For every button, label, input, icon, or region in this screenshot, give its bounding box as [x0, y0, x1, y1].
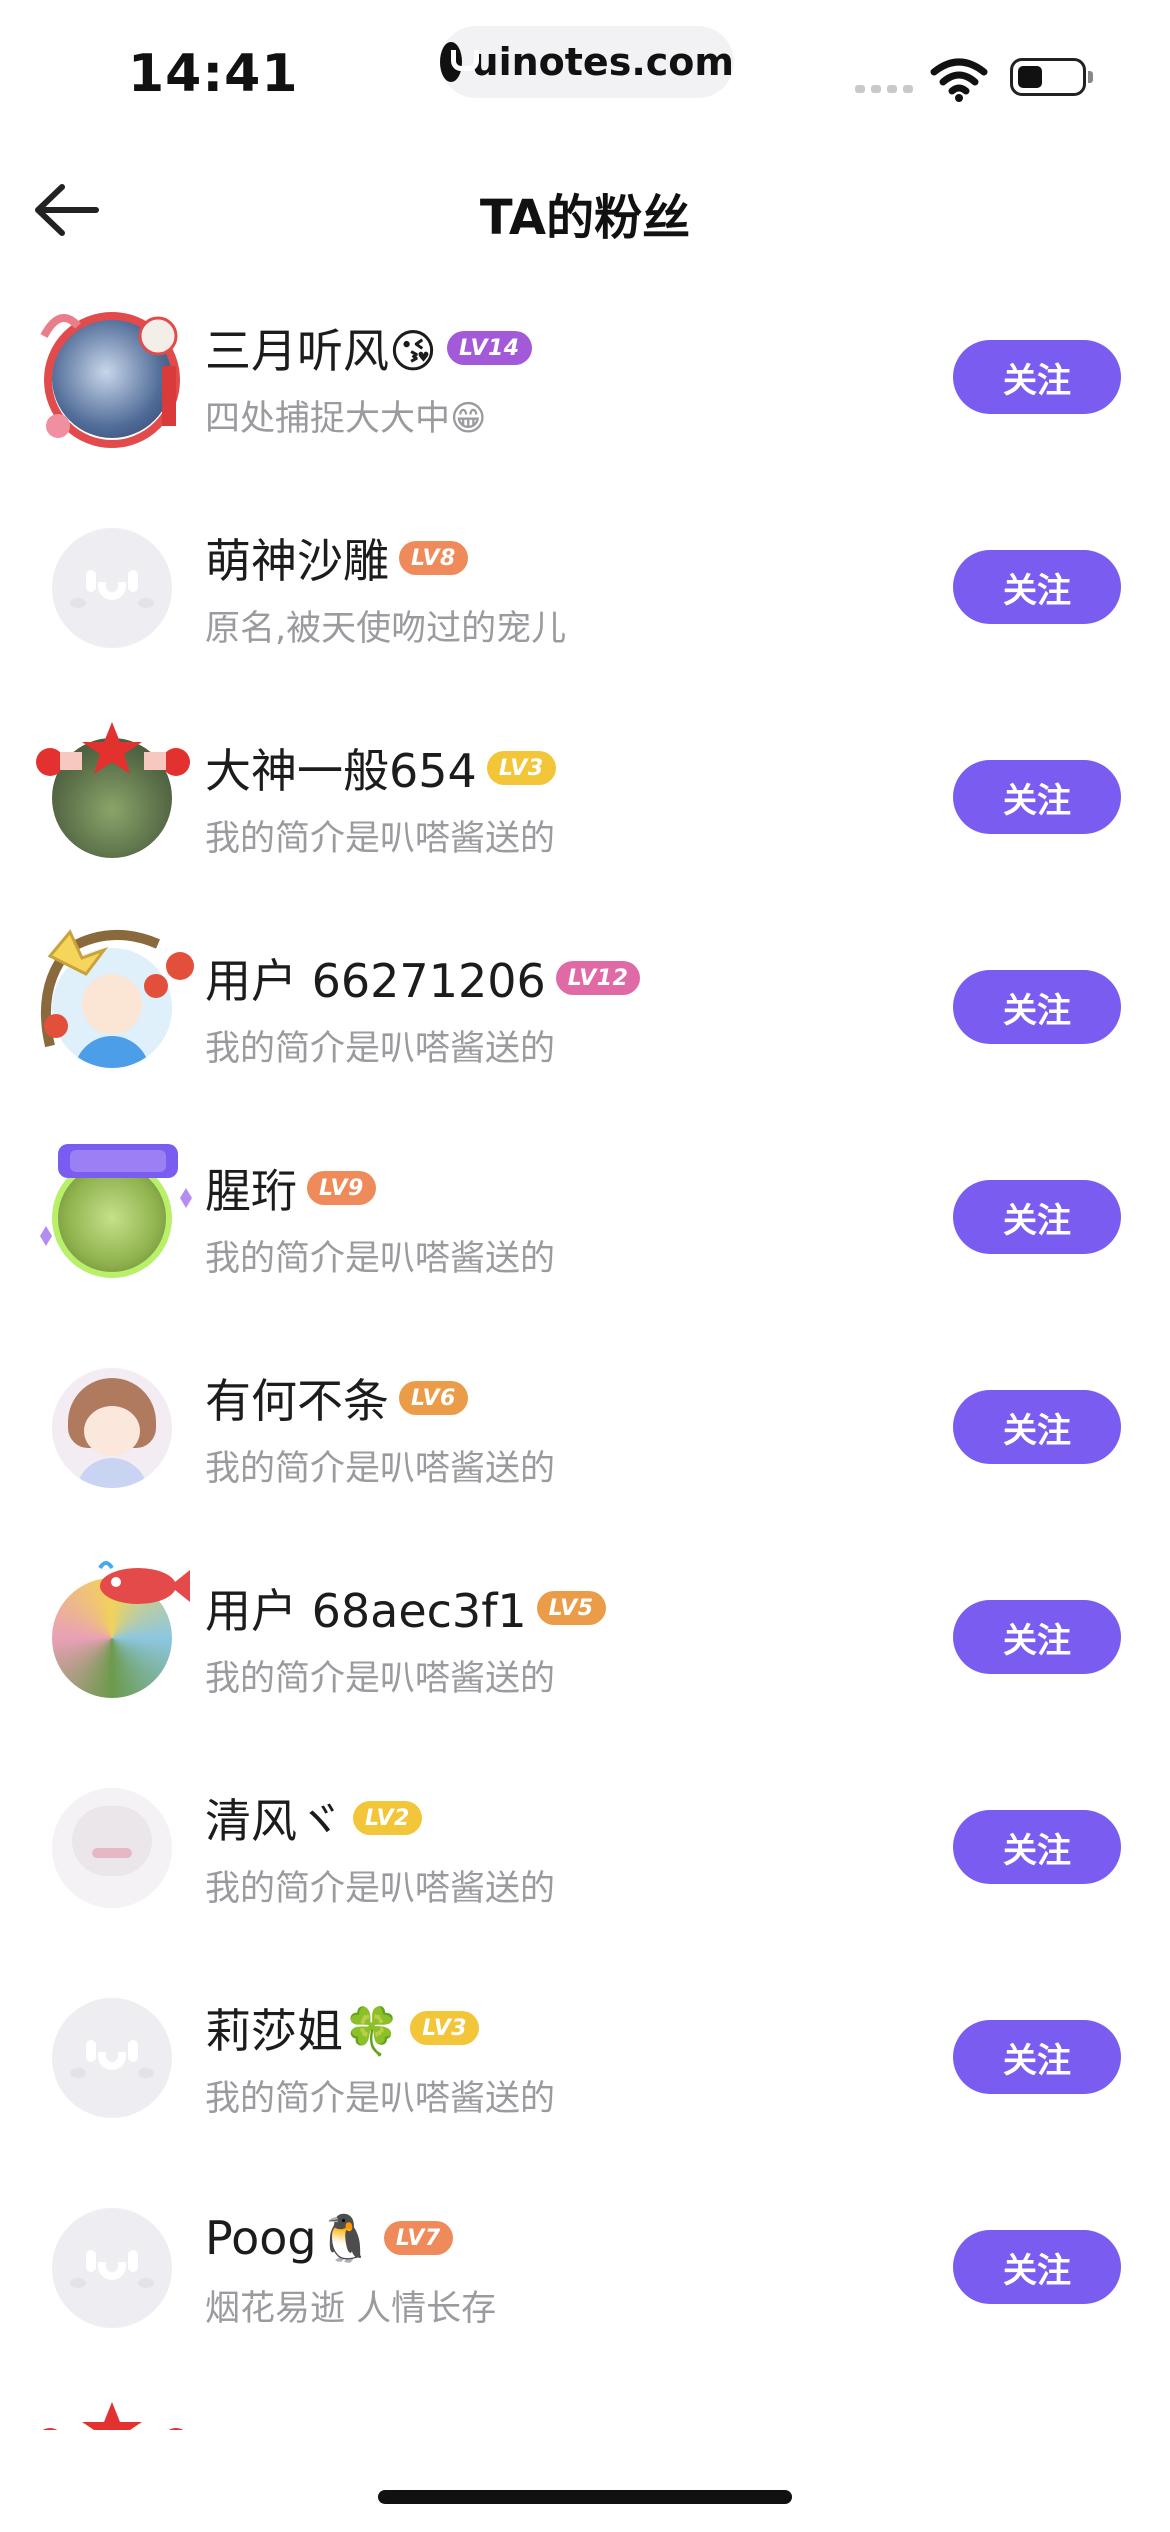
fan-name: 萌神沙雕 — [205, 534, 389, 588]
fan-bio: 烟花易逝 人情长存 — [205, 2289, 497, 2329]
fan-name: 三月听风😘 — [205, 324, 437, 378]
fan-bio: 我的简介是叭嗒酱送的 — [205, 1659, 556, 1699]
level-badge: LV5 — [536, 1591, 606, 1625]
avatar[interactable] — [30, 1346, 195, 1511]
fan-list-item[interactable]: 大神一般654 LV3 我的简介是叭嗒酱送的 关注 — [0, 692, 1170, 902]
fan-list-item[interactable]: Poog🐧 LV7 烟花易逝 人情长存 关注 — [0, 2162, 1170, 2372]
follow-button[interactable]: 关注 — [953, 2020, 1121, 2094]
avatar[interactable] — [30, 1556, 195, 1721]
fan-list-item[interactable]: 用户 66271206 LV12 我的简介是叭嗒酱送的 关注 — [0, 902, 1170, 1112]
fan-name: 用户 66271206 — [205, 954, 546, 1008]
level-badge: LV8 — [399, 541, 468, 575]
fan-name: 莉莎姐🍀 — [205, 2004, 401, 2058]
nav-bar: TA的粉丝 — [0, 150, 1170, 270]
level-badge: LV9 — [307, 1171, 376, 1205]
avatar[interactable] — [30, 296, 195, 461]
fan-list-item[interactable]: 萌神沙雕 LV8 原名,被天使吻过的宠儿 关注 — [0, 482, 1170, 692]
fan-name: 用户 68aec3f1 — [205, 1584, 527, 1638]
status-bar: 14:41 uinotes.com — [0, 0, 1170, 150]
url-pill[interactable]: uinotes.com — [440, 26, 734, 98]
avatar[interactable] — [30, 1976, 195, 2141]
avatar[interactable] — [30, 926, 195, 1091]
avatar-frame-icon — [42, 2402, 184, 2430]
fan-bio: 我的简介是叭嗒酱送的 — [205, 2079, 556, 2119]
fan-bio: 我的简介是叭嗒酱送的 — [205, 1869, 556, 1909]
home-indicator[interactable] — [378, 2490, 792, 2504]
fan-name: 清风ヾ — [205, 1794, 343, 1848]
fan-name: Poog🐧 — [205, 2210, 374, 2265]
url-text: uinotes.com — [471, 40, 734, 84]
avatar[interactable] — [30, 506, 195, 671]
level-badge: LV7 — [383, 2221, 453, 2255]
follow-button[interactable]: 关注 — [953, 760, 1121, 834]
default-avatar-icon — [52, 2208, 172, 2328]
avatar[interactable] — [30, 1136, 195, 1301]
fan-name: 大神一般654 — [205, 744, 477, 798]
fan-name: 腥珩 — [205, 1164, 297, 1218]
fan-list-item[interactable]: 莉莎姐🍀 LV3 我的简介是叭嗒酱送的 关注 — [0, 1952, 1170, 2162]
fan-bio: 我的简介是叭嗒酱送的 — [205, 1449, 556, 1489]
follow-button[interactable]: 关注 — [953, 1390, 1121, 1464]
fan-list-item[interactable]: 三月听风😘 LV14 四处捕捉大大中😁 关注 — [0, 272, 1170, 482]
level-badge: LV3 — [410, 2011, 480, 2045]
fan-bio: 四处捕捉大大中😁 — [205, 399, 487, 439]
level-badge: LV14 — [446, 331, 532, 365]
avatar[interactable] — [30, 2396, 195, 2430]
level-badge: LV3 — [486, 751, 556, 785]
level-badge: LV12 — [555, 961, 641, 995]
battery-icon — [1010, 58, 1093, 96]
fan-bio: 我的简介是叭嗒酱送的 — [205, 1239, 556, 1279]
fan-list-item[interactable]: 有何不条 LV6 我的简介是叭嗒酱送的 关注 — [0, 1322, 1170, 1532]
avatar[interactable] — [30, 1766, 195, 1931]
avatar[interactable] — [30, 2186, 195, 2351]
site-logo-icon — [440, 42, 479, 82]
fan-bio: 我的简介是叭嗒酱送的 — [205, 819, 556, 859]
fan-list-item[interactable]: 清风ヾ LV2 我的简介是叭嗒酱送的 关注 — [0, 1742, 1170, 1952]
follow-button[interactable]: 关注 — [953, 970, 1121, 1044]
follow-button[interactable]: 关注 — [953, 340, 1121, 414]
follow-button[interactable]: 关注 — [953, 1180, 1121, 1254]
level-badge: LV2 — [353, 1801, 422, 1835]
default-avatar-icon — [52, 1998, 172, 2118]
fan-bio: 我的简介是叭嗒酱送的 — [205, 1029, 556, 1069]
follow-button[interactable]: 关注 — [953, 2230, 1121, 2304]
fan-list[interactable]: 三月听风😘 LV14 四处捕捉大大中😁 关注 萌神沙雕 LV8 原名,被天使吻过… — [0, 272, 1170, 2430]
follow-button[interactable]: 关注 — [953, 1600, 1121, 1674]
cellular-signal-icon — [855, 85, 913, 93]
fan-name: 有何不条 — [205, 1374, 389, 1428]
status-time: 14:41 — [128, 44, 299, 104]
default-avatar-icon — [52, 528, 172, 648]
fan-list-item[interactable] — [0, 2372, 1170, 2430]
fan-list-item[interactable]: 腥珩 LV9 我的简介是叭嗒酱送的 关注 — [0, 1112, 1170, 1322]
avatar[interactable] — [30, 716, 195, 881]
fan-bio: 原名,被天使吻过的宠儿 — [205, 609, 567, 649]
wifi-icon — [930, 58, 988, 102]
follow-button[interactable]: 关注 — [953, 1810, 1121, 1884]
page-title: TA的粉丝 — [479, 190, 691, 246]
fan-list-item[interactable]: 用户 68aec3f1 LV5 我的简介是叭嗒酱送的 关注 — [0, 1532, 1170, 1742]
follow-button[interactable]: 关注 — [953, 550, 1121, 624]
level-badge: LV6 — [399, 1381, 468, 1415]
